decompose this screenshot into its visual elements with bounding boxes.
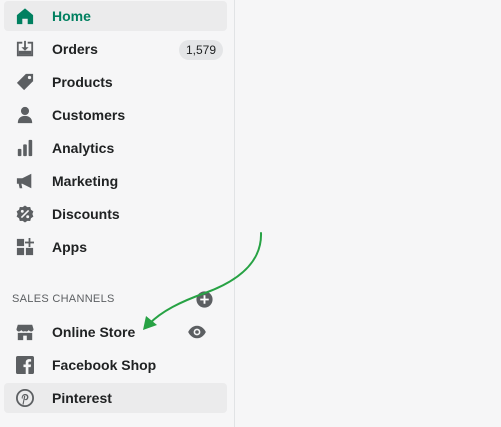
plus-circle-icon (196, 291, 213, 308)
sidebar-item-pinterest[interactable]: Pinterest (4, 383, 227, 413)
orders-icon (16, 40, 34, 58)
tag-icon (16, 73, 34, 91)
person-icon (16, 106, 34, 124)
eye-icon (188, 324, 206, 340)
sidebar-item-label: Discounts (52, 206, 120, 222)
sidebar-item-products[interactable]: Products (4, 67, 227, 97)
sidebar: Home Orders 1,579 Products Customers Ana… (0, 0, 235, 427)
sidebar-item-apps[interactable]: Apps (4, 232, 227, 262)
sales-channels-heading: SALES CHANNELS (12, 293, 115, 305)
bar-chart-icon (16, 139, 34, 157)
main-content (236, 0, 501, 427)
sidebar-item-customers[interactable]: Customers (4, 100, 227, 130)
store-icon (16, 323, 34, 341)
megaphone-icon (16, 172, 34, 190)
discount-badge-icon (16, 205, 34, 223)
apps-grid-icon (16, 238, 34, 256)
sidebar-item-discounts[interactable]: Discounts (4, 199, 227, 229)
sidebar-item-label: Online Store (52, 324, 136, 340)
sidebar-item-label: Analytics (52, 140, 115, 156)
sidebar-item-orders[interactable]: Orders 1,579 (4, 34, 227, 64)
pinterest-icon (16, 389, 34, 407)
sidebar-item-online-store[interactable]: Online Store (4, 317, 227, 347)
facebook-icon (16, 356, 34, 374)
sidebar-item-marketing[interactable]: Marketing (4, 166, 227, 196)
sidebar-item-label: Marketing (52, 173, 119, 189)
sidebar-item-label: Pinterest (52, 390, 112, 406)
sidebar-item-label: Customers (52, 107, 126, 123)
sidebar-item-label: Products (52, 74, 113, 90)
view-online-store-button[interactable] (188, 324, 206, 340)
add-sales-channel-button[interactable] (196, 291, 213, 308)
sidebar-item-label: Facebook Shop (52, 357, 157, 373)
sidebar-item-analytics[interactable]: Analytics (4, 133, 227, 163)
sidebar-item-label: Home (52, 8, 91, 24)
sidebar-item-facebook-shop[interactable]: Facebook Shop (4, 350, 227, 380)
orders-count-badge: 1,579 (178, 40, 223, 60)
home-icon (16, 7, 34, 25)
sidebar-item-label: Apps (52, 239, 87, 255)
sidebar-item-home[interactable]: Home (4, 1, 227, 31)
sidebar-item-label: Orders (52, 41, 98, 57)
